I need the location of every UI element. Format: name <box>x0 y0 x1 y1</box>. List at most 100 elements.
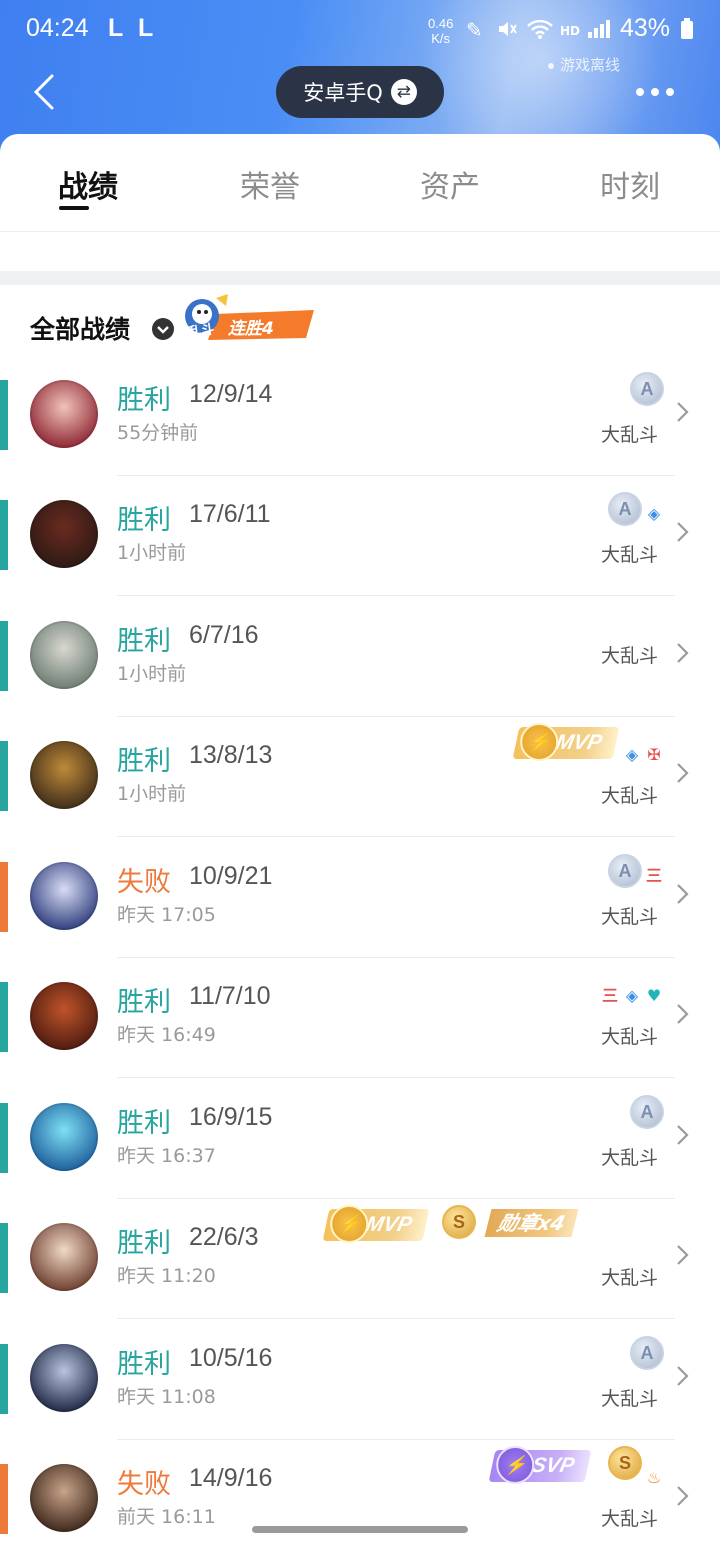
chevron-right-icon[interactable] <box>672 400 692 424</box>
match-row[interactable]: 失败 10/9/21 昨天 17:05 大乱斗 三 A <box>0 852 720 972</box>
row-divider <box>117 1439 675 1440</box>
match-mode: 大乱斗 <box>601 1147 659 1169</box>
match-time: 1小时前 <box>117 783 187 805</box>
match-result: 胜利 <box>117 385 171 416</box>
streak-text: 连胜4 <box>228 319 274 339</box>
match-result: 胜利 <box>117 1349 171 1380</box>
svp-badge: ⚡ SVP <box>488 1446 592 1484</box>
blue-icon: ◈ <box>647 504 661 523</box>
match-result: 胜利 <box>117 626 171 657</box>
match-mode: 大乱斗 <box>601 906 659 928</box>
section-divider <box>0 271 720 285</box>
more-menu-button[interactable] <box>636 80 680 104</box>
match-mode: 大乱斗 <box>601 1388 659 1410</box>
match-row[interactable]: 胜利 13/8/13 1小时前 大乱斗 ✠ ◈ ⚡ MVP <box>0 723 720 851</box>
hero-avatar <box>30 1223 98 1291</box>
net-speed-value: 0.46 <box>428 16 454 31</box>
badge-label: SVP <box>529 1454 577 1477</box>
match-result: 胜利 <box>117 1108 171 1139</box>
back-arrow-icon <box>33 74 54 110</box>
win-indicator-bar <box>0 741 8 811</box>
win-indicator-bar <box>0 500 8 570</box>
status-indicator-l: L <box>138 14 154 42</box>
win-indicator-bar <box>0 1103 8 1173</box>
back-button[interactable] <box>30 72 70 112</box>
mute-icon <box>496 18 518 45</box>
chevron-right-icon[interactable] <box>672 1123 692 1147</box>
match-time: 55分钟前 <box>117 422 199 444</box>
tab-honor[interactable]: 荣誉 <box>240 162 300 206</box>
net-speed-unit: K/s <box>431 31 451 46</box>
match-row[interactable]: 胜利 11/7/10 昨天 16:49 大乱斗 ♥ ◈ 三 <box>0 972 720 1092</box>
battery-level: 43% <box>620 14 671 42</box>
match-row[interactable]: 胜利 22/6/3 昨天 11:20 大乱斗 勋章x4 S ⚡ MVP <box>0 1205 720 1333</box>
tab-assets[interactable]: 资产 <box>420 162 480 206</box>
match-kda: 16/9/15 <box>189 1103 273 1131</box>
tab-record[interactable]: 战绩 <box>58 162 118 206</box>
match-time: 1小时前 <box>117 542 187 564</box>
row-divider <box>117 1318 675 1319</box>
hero-avatar <box>30 621 98 689</box>
chevron-right-icon[interactable] <box>672 641 692 665</box>
match-mode: 大乱斗 <box>601 424 659 446</box>
win-streak-badge: 乱斗 连胜4 <box>182 292 316 344</box>
rank-a-badge: A <box>608 492 642 526</box>
match-kda: 11/7/10 <box>189 982 271 1010</box>
match-mode: 大乱斗 <box>601 645 659 667</box>
match-time: 1小时前 <box>117 663 187 685</box>
hero-avatar <box>30 380 98 448</box>
row-divider <box>117 1077 675 1078</box>
match-result: 失败 <box>117 867 171 898</box>
match-row[interactable]: 胜利 10/5/16 昨天 11:08 大乱斗 A <box>0 1334 720 1454</box>
account-switcher[interactable]: 安卓手Q ⇄ <box>276 66 444 118</box>
status-time: 04:24 <box>26 14 89 42</box>
match-result: 失败 <box>117 1469 171 1500</box>
teal-icon: ♥ <box>646 986 662 1005</box>
medal-icon: ⚡ <box>330 1205 369 1243</box>
chevron-right-icon[interactable] <box>672 1484 692 1508</box>
win-indicator-bar <box>0 982 8 1052</box>
rank-s-badge: S <box>608 1446 642 1480</box>
medal-icon: ⚡ <box>496 1446 535 1484</box>
match-kda: 10/5/16 <box>189 1344 273 1372</box>
mvp-badge: ⚡ MVP <box>322 1205 429 1243</box>
match-kda: 12/9/14 <box>189 380 273 408</box>
match-result: 胜利 <box>117 1228 171 1259</box>
match-kda: 17/6/11 <box>189 500 271 528</box>
triple-kill-badge: 三 <box>601 986 618 1005</box>
chevron-right-icon[interactable] <box>672 1002 692 1026</box>
active-tab-underline <box>59 206 89 210</box>
match-row[interactable]: 胜利 12/9/14 55分钟前 大乱斗 A <box>0 370 720 490</box>
match-row[interactable]: 胜利 6/7/16 1小时前 大乱斗 <box>0 611 720 731</box>
row-divider <box>117 595 675 596</box>
status-indicator-l: L <box>108 14 124 42</box>
match-kda: 13/8/13 <box>189 741 273 769</box>
wifi-icon <box>526 18 554 45</box>
row-divider <box>117 475 675 476</box>
chevron-right-icon[interactable] <box>672 882 692 906</box>
mvp-badge: ⚡ MVP <box>512 723 619 761</box>
chevron-right-icon[interactable] <box>672 1243 692 1267</box>
match-kda: 10/9/21 <box>189 862 273 890</box>
home-indicator[interactable] <box>252 1526 468 1533</box>
match-row[interactable]: 胜利 17/6/11 1小时前 大乱斗 ◈ A <box>0 490 720 610</box>
offline-text: 游戏离线 <box>560 56 621 74</box>
chevron-right-icon[interactable] <box>672 520 692 544</box>
pen-icon: ✎ <box>466 18 483 42</box>
blue-icon: ◈ <box>625 986 639 1005</box>
win-indicator-bar <box>0 1344 8 1414</box>
rank-s-badge: S <box>442 1205 476 1239</box>
tab-moments[interactable]: 时刻 <box>600 162 660 206</box>
loss-indicator-bar <box>0 1464 8 1534</box>
row-divider <box>117 1198 675 1199</box>
rank-a-badge: A <box>630 1095 664 1129</box>
match-mode: 大乱斗 <box>601 1267 659 1289</box>
match-row[interactable]: 胜利 16/9/15 昨天 16:37 大乱斗 A <box>0 1093 720 1213</box>
triple-kill-badge: 三 <box>645 866 662 885</box>
rank-a-badge: A <box>630 372 664 406</box>
chevron-right-icon[interactable] <box>672 1364 692 1388</box>
game-offline-status: 游戏离线 <box>548 54 620 75</box>
chevron-right-icon[interactable] <box>672 761 692 785</box>
chevron-down-icon[interactable] <box>152 318 174 340</box>
all-records-filter[interactable]: 全部战绩 <box>30 310 130 346</box>
